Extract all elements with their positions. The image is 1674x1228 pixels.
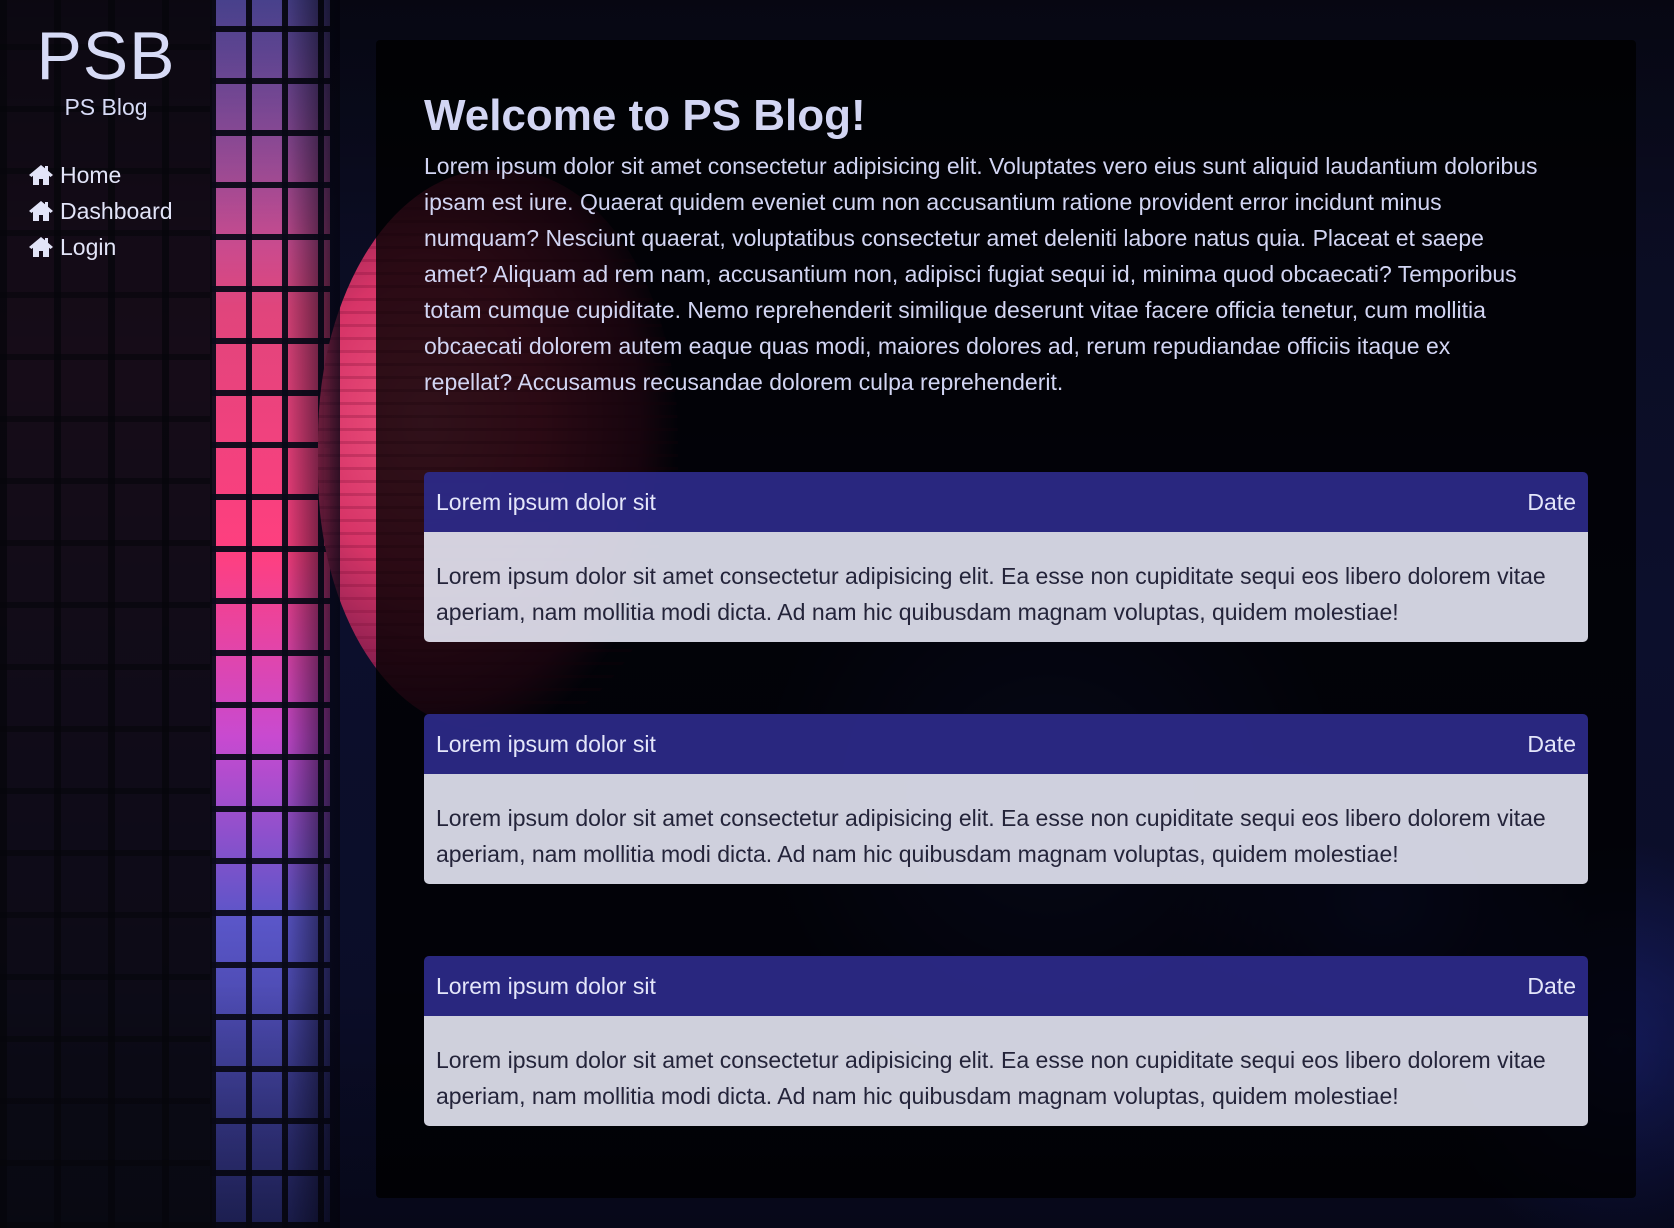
post-title[interactable]: Lorem ipsum dolor sit xyxy=(436,973,656,1000)
post-list: Lorem ipsum dolor sit Date Lorem ipsum d… xyxy=(424,472,1588,1126)
main-panel: Welcome to PS Blog! Lorem ipsum dolor si… xyxy=(376,40,1636,1198)
post-body: Lorem ipsum dolor sit amet consectetur a… xyxy=(424,532,1588,642)
sidebar-item-label: Home xyxy=(60,161,122,188)
post-header: Lorem ipsum dolor sit Date xyxy=(424,956,1588,1016)
sidebar-nav: Home Dashboard Login xyxy=(0,157,212,265)
post-card[interactable]: Lorem ipsum dolor sit Date Lorem ipsum d… xyxy=(424,472,1588,642)
sidebar: PSB PS Blog Home Dashboard Login xyxy=(0,0,212,1228)
home-icon xyxy=(29,165,53,185)
post-header: Lorem ipsum dolor sit Date xyxy=(424,472,1588,532)
sidebar-item-label: Login xyxy=(60,233,117,260)
post-card[interactable]: Lorem ipsum dolor sit Date Lorem ipsum d… xyxy=(424,956,1588,1126)
home-icon xyxy=(29,201,53,221)
post-title[interactable]: Lorem ipsum dolor sit xyxy=(436,489,656,516)
post-date: Date xyxy=(1527,488,1576,515)
post-date: Date xyxy=(1527,972,1576,999)
post-header: Lorem ipsum dolor sit Date xyxy=(424,714,1588,774)
sidebar-item-dashboard[interactable]: Dashboard xyxy=(28,193,212,229)
post-body: Lorem ipsum dolor sit amet consectetur a… xyxy=(424,1016,1588,1126)
sidebar-item-home[interactable]: Home xyxy=(28,157,212,193)
brand-logo[interactable]: PSB xyxy=(0,22,212,90)
sidebar-item-login[interactable]: Login xyxy=(28,229,212,265)
page-title: Welcome to PS Blog! xyxy=(424,91,866,140)
post-title[interactable]: Lorem ipsum dolor sit xyxy=(436,731,656,758)
brand-name: PS Blog xyxy=(64,94,148,120)
post-date: Date xyxy=(1527,730,1576,757)
sidebar-item-label: Dashboard xyxy=(60,197,173,224)
home-icon xyxy=(29,237,53,257)
post-card[interactable]: Lorem ipsum dolor sit Date Lorem ipsum d… xyxy=(424,714,1588,884)
brand[interactable]: PSB PS Blog xyxy=(0,0,212,121)
intro-text: Lorem ipsum dolor sit amet consectetur a… xyxy=(424,153,1538,395)
post-body: Lorem ipsum dolor sit amet consectetur a… xyxy=(424,774,1588,884)
